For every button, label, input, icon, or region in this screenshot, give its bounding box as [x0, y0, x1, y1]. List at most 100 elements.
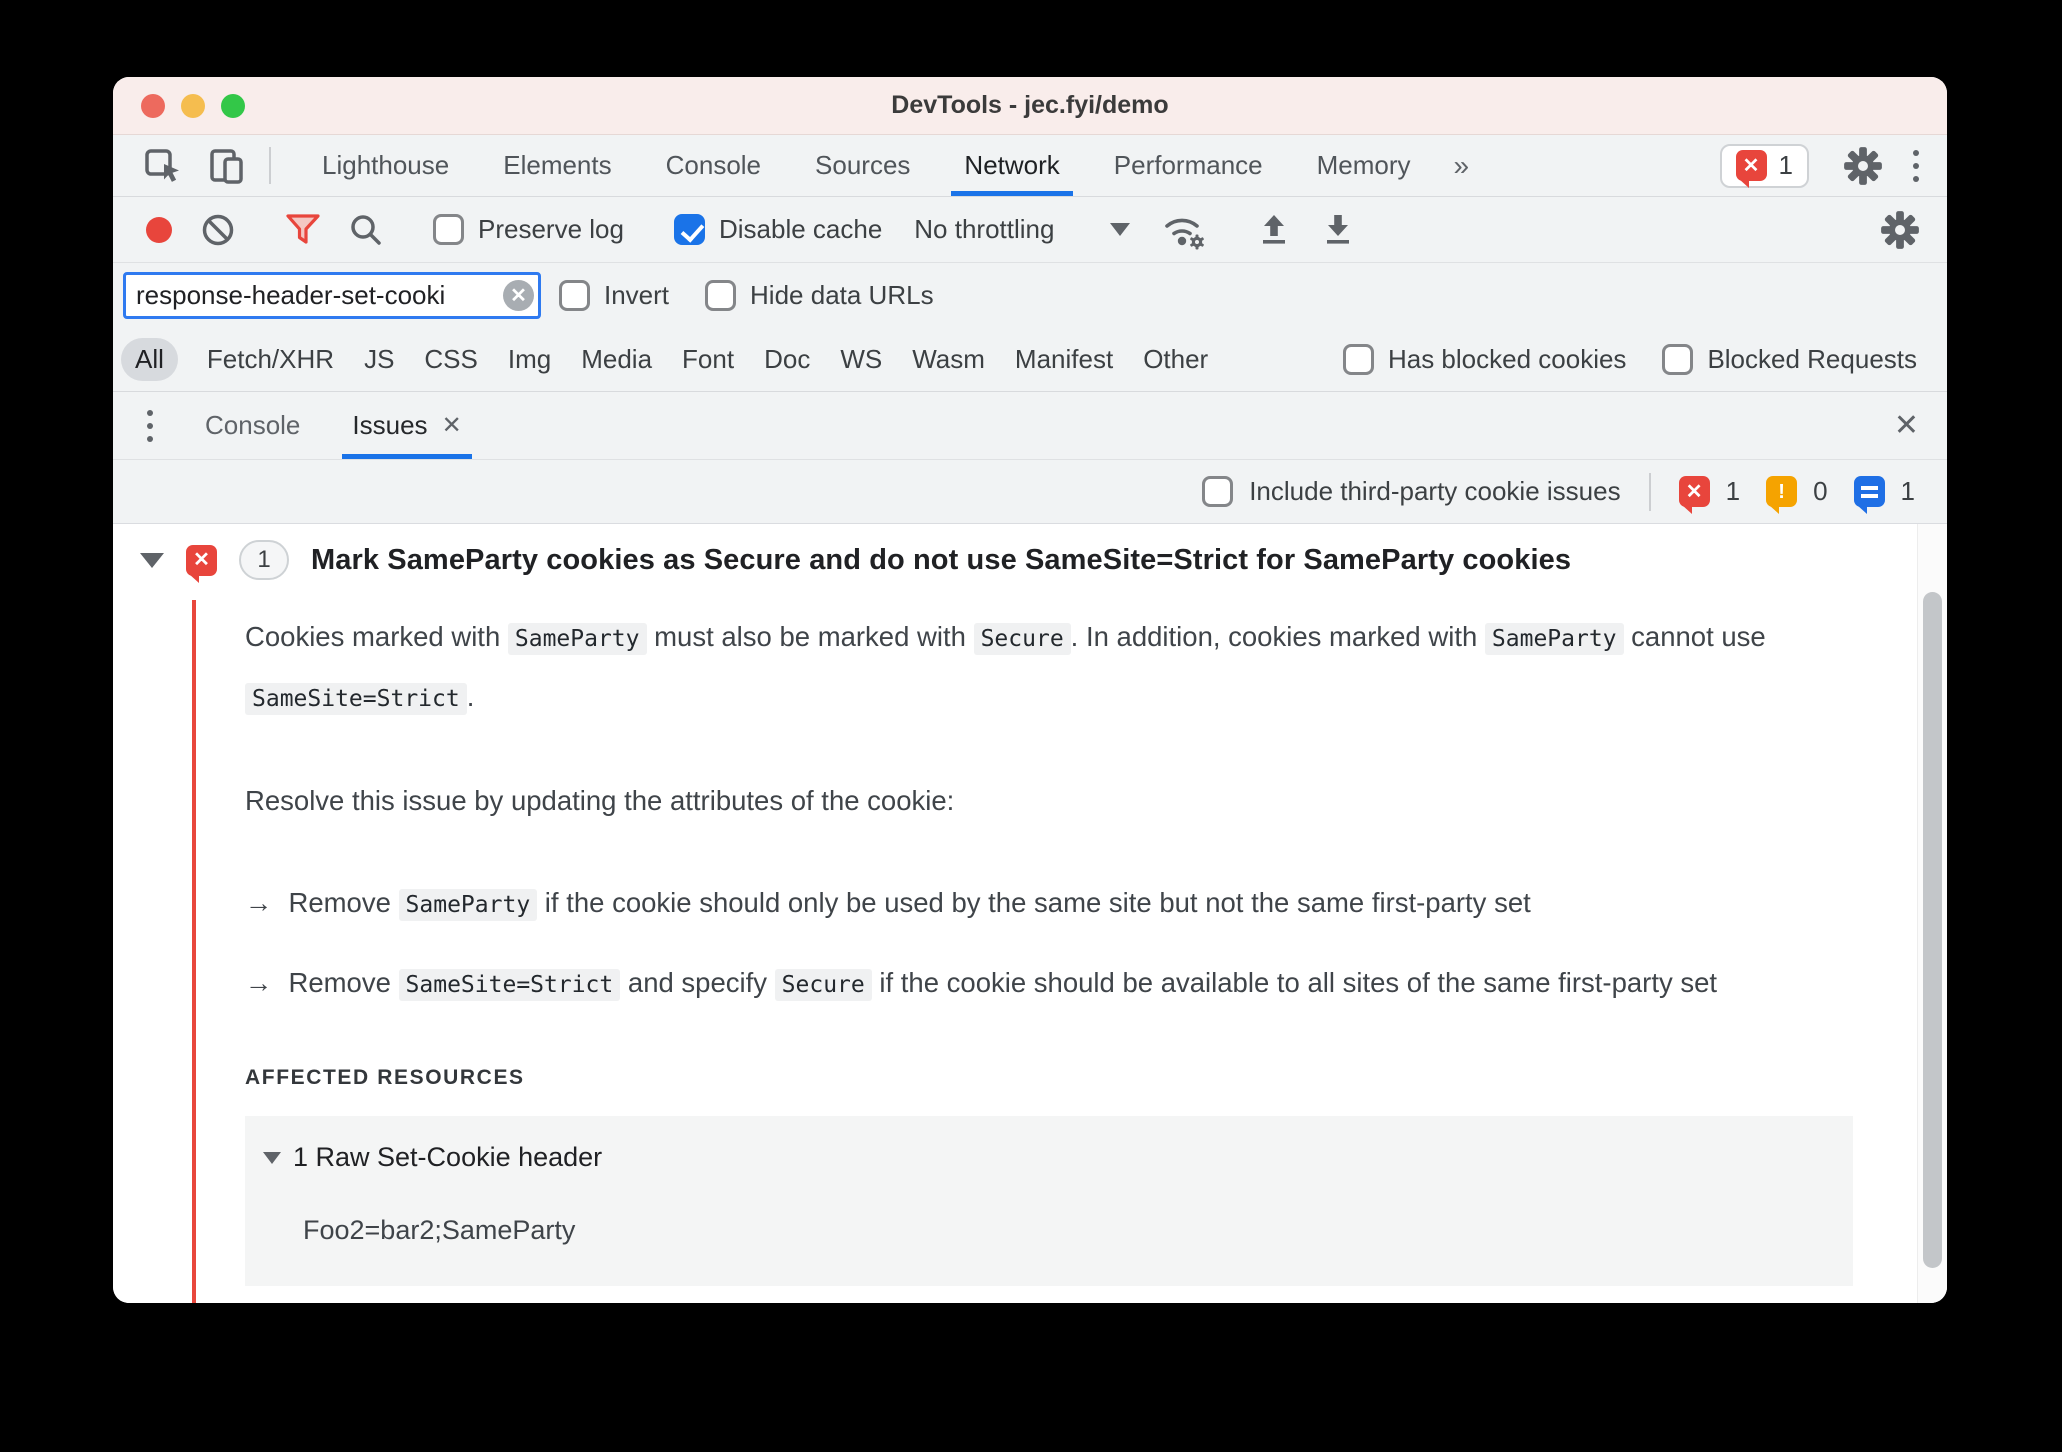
type-filter-doc[interactable]: Doc [749, 338, 825, 381]
issues-panel: ✕ 1 Mark SameParty cookies as Secure and… [113, 524, 1947, 1303]
text-segment: if the cookie should be available to all… [871, 967, 1718, 998]
scrollbar[interactable] [1917, 524, 1947, 1303]
type-filter-fetch-xhr[interactable]: Fetch/XHR [192, 338, 349, 381]
preserve-log-toggle[interactable]: Preserve log [419, 214, 638, 245]
filter-input[interactable] [123, 272, 541, 319]
info-bubble-icon [1853, 476, 1885, 514]
close-drawer-icon[interactable]: ✕ [1882, 408, 1931, 443]
chevron-double-right-icon: » [1453, 149, 1470, 181]
tab-sources[interactable]: Sources [788, 135, 937, 196]
type-filter-manifest[interactable]: Manifest [1000, 338, 1128, 381]
scrollbar-thumb[interactable] [1923, 592, 1942, 1268]
type-filter-all[interactable]: All [121, 338, 178, 381]
expand-triangle-icon[interactable] [140, 552, 164, 568]
blocked-requests-checkbox[interactable] [1662, 344, 1694, 375]
tab-memory[interactable]: Memory [1290, 135, 1438, 196]
error-bubble-icon: ✕ [1735, 150, 1767, 188]
disable-cache-toggle[interactable]: Disable cache [660, 214, 896, 245]
drawer-tabbar: Console Issues ✕ ✕ [113, 392, 1947, 460]
tab-lighthouse[interactable]: Lighthouse [295, 135, 476, 196]
device-toolbar-button[interactable] [195, 135, 259, 196]
invert-checkbox[interactable] [559, 280, 590, 311]
disable-cache-label: Disable cache [718, 214, 883, 244]
network-toolbar: Preserve log Disable cache No throttling [113, 197, 1947, 263]
issue-severity-line [192, 600, 196, 1303]
raw-set-cookie-value: Foo2=bar2;SameParty [303, 1215, 576, 1245]
has-blocked-cookies-checkbox[interactable] [1342, 344, 1374, 375]
filter-button[interactable] [271, 212, 335, 248]
more-tabs-button[interactable]: » [1438, 135, 1486, 196]
settings-button[interactable] [1831, 146, 1895, 186]
search-button[interactable] [335, 212, 397, 248]
filter-funnel-icon [284, 212, 322, 248]
hide-data-urls-toggle[interactable]: Hide data URLs [687, 280, 952, 311]
text-segment: . [466, 681, 475, 712]
tab-elements[interactable]: Elements [476, 135, 638, 196]
clear-button[interactable] [187, 212, 249, 248]
issue-resolution-item: → Remove SameSite=Strict and specify Secu… [245, 954, 1857, 1014]
issue-header-row[interactable]: ✕ 1 Mark SameParty cookies as Secure and… [113, 524, 1947, 590]
drawer-tab-issues[interactable]: Issues ✕ [326, 392, 487, 459]
inline-code: SameParty [1484, 623, 1624, 655]
invert-toggle[interactable]: Invert [541, 280, 687, 311]
type-filter-img[interactable]: Img [493, 338, 566, 381]
type-filter-wasm[interactable]: Wasm [897, 338, 1000, 381]
devtools-tabbar: Lighthouse Elements Console Sources Netw… [113, 135, 1947, 197]
preserve-log-label: Preserve log [478, 214, 624, 244]
inline-code: SameParty [507, 623, 647, 655]
wifi-gear-icon [1161, 209, 1207, 251]
type-filter-ws[interactable]: WS [825, 338, 897, 381]
window-titlebar[interactable]: DevTools - jec.fyi/demo [113, 77, 1947, 135]
raw-set-cookie-group[interactable]: 1 Raw Set-Cookie header [263, 1142, 1823, 1173]
type-filter-other[interactable]: Other [1128, 338, 1223, 381]
inspect-cursor-icon [143, 146, 183, 186]
info-count: 1 [1900, 476, 1915, 506]
text-segment: Remove [288, 967, 399, 998]
drawer-menu-button[interactable] [113, 392, 179, 459]
tabbar-right-controls: ✕ 1 [1719, 135, 1937, 196]
tab-console[interactable]: Console [639, 135, 788, 196]
main-menu-button[interactable] [1895, 149, 1937, 182]
inline-code: SameParty [398, 889, 538, 921]
issues-counter-button[interactable]: ✕ 1 [1719, 143, 1809, 188]
issue-paragraph: Resolve this issue by updating the attri… [245, 772, 1857, 830]
upload-arrow-icon [1255, 211, 1293, 249]
minimize-window-button[interactable] [181, 93, 205, 118]
type-filter-media[interactable]: Media [566, 338, 667, 381]
toolbar-divider [1648, 472, 1651, 511]
clear-filter-icon[interactable]: ✕ [503, 280, 534, 311]
text-segment: Resolve this issue by updating the attri… [245, 785, 955, 816]
drawer-tab-console[interactable]: Console [179, 392, 326, 459]
throttling-select[interactable]: No throttling [896, 214, 1148, 245]
network-conditions-button[interactable] [1148, 209, 1220, 251]
type-filter-css[interactable]: CSS [409, 338, 492, 381]
inline-code: SameSite=Strict [398, 969, 621, 1001]
close-issues-tab-icon[interactable]: ✕ [442, 413, 462, 438]
hide-data-urls-checkbox[interactable] [705, 280, 737, 311]
include-third-party-toggle[interactable]: Include third-party cookie issues [1202, 476, 1621, 507]
export-har-button[interactable] [1306, 211, 1370, 249]
disable-cache-checkbox[interactable] [673, 214, 705, 245]
record-button[interactable] [131, 215, 187, 245]
tab-performance[interactable]: Performance [1087, 135, 1290, 196]
network-settings-button[interactable] [1867, 210, 1933, 250]
warning-bubble-icon: ! [1766, 476, 1798, 514]
download-arrow-icon [1319, 211, 1357, 249]
preserve-log-checkbox[interactable] [433, 214, 464, 245]
close-window-button[interactable] [141, 93, 165, 118]
text-segment: cannot use [1623, 621, 1766, 652]
inspect-element-button[interactable] [131, 135, 195, 196]
type-filter-js[interactable]: JS [349, 338, 409, 381]
fullscreen-window-button[interactable] [221, 93, 245, 118]
import-har-button[interactable] [1242, 211, 1306, 249]
tab-network[interactable]: Network [937, 135, 1086, 196]
arrow-bullet-icon: → [245, 967, 273, 998]
window-title: DevTools - jec.fyi/demo [891, 91, 1169, 119]
text-segment: Remove [288, 887, 399, 918]
include-third-party-checkbox[interactable] [1202, 476, 1234, 507]
type-filter-font[interactable]: Font [667, 338, 749, 381]
blocked-requests-toggle[interactable]: Blocked Requests [1648, 344, 1931, 375]
has-blocked-cookies-toggle[interactable]: Has blocked cookies [1329, 344, 1640, 375]
devtools-window: DevTools - jec.fyi/demo Lighthouse Eleme [113, 77, 1947, 1303]
text-segment: if the cookie should only be used by the… [537, 887, 1531, 918]
